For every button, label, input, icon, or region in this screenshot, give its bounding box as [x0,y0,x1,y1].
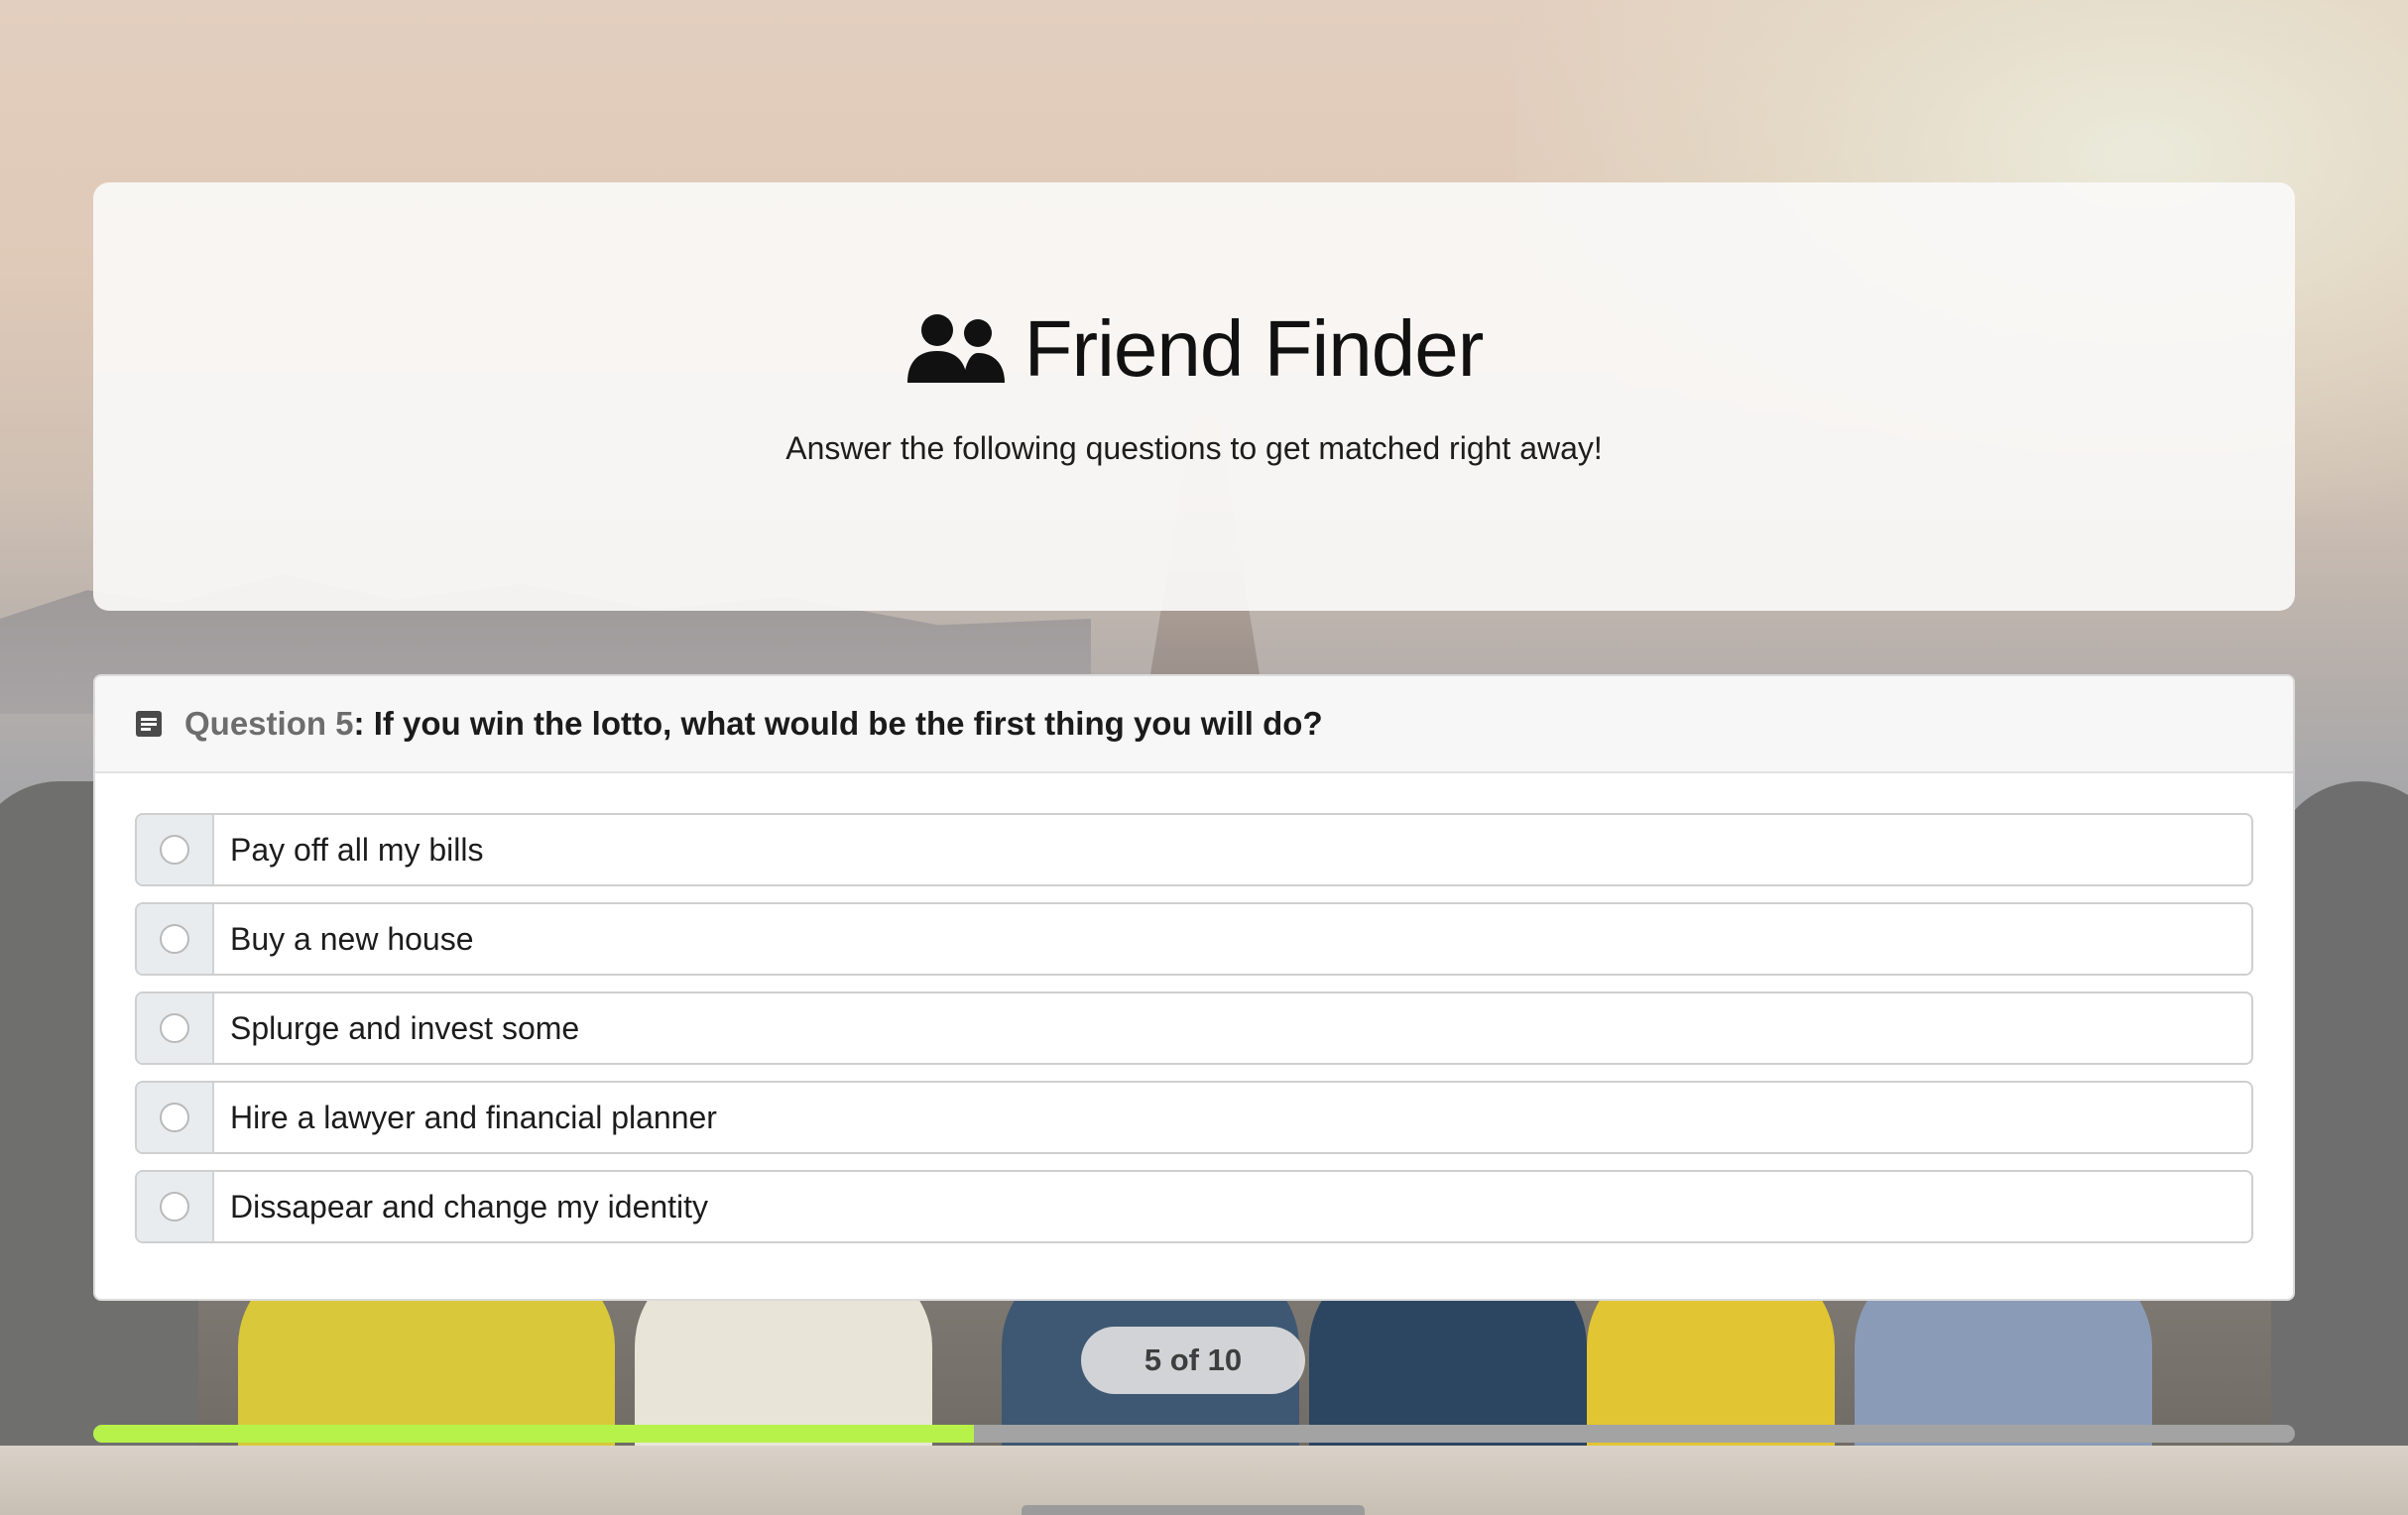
question-card: Question 5: If you win the lotto, what w… [93,674,2295,1301]
page-title: Friend Finder [1023,303,1485,393]
radio-button[interactable] [160,924,189,954]
answer-option[interactable]: Pay off all my bills [135,813,2253,886]
question-header: Question 5: If you win the lotto, what w… [95,676,2293,773]
radio-cell[interactable] [137,1172,214,1241]
answer-option[interactable]: Splurge and invest some [135,991,2253,1065]
users-icon [906,313,1005,383]
radio-button[interactable] [160,835,189,865]
question-text: : If you win the lotto, what would be th… [353,705,1323,742]
radio-cell[interactable] [137,815,214,884]
answer-option[interactable]: Dissapear and change my identity [135,1170,2253,1243]
answer-label: Buy a new house [230,920,474,957]
progress-bar [93,1425,2295,1443]
answer-option[interactable]: Hire a lawyer and financial planner [135,1081,2253,1154]
question-number: Question 5 [184,705,354,742]
answer-label: Splurge and invest some [230,1009,580,1046]
radio-button[interactable] [160,1103,189,1132]
radio-cell[interactable] [137,1083,214,1152]
answer-options: Pay off all my bills Buy a new house Spl… [95,773,2293,1243]
radio-button[interactable] [160,1192,189,1222]
answer-label: Hire a lawyer and financial planner [230,1099,717,1135]
answer-option[interactable]: Buy a new house [135,902,2253,976]
progress-bar-fill [93,1425,974,1443]
radio-cell[interactable] [137,993,214,1063]
answer-label: Dissapear and change my identity [230,1188,709,1224]
scroll-indicator [1022,1505,1365,1515]
header-card: Friend Finder Answer the following quest… [93,182,2295,611]
answer-label: Pay off all my bills [230,831,484,868]
form-icon [136,711,162,737]
progress-counter: 5 of 10 [1081,1327,1305,1394]
page-subtitle: Answer the following questions to get ma… [785,429,1603,466]
radio-button[interactable] [160,1013,189,1043]
radio-cell[interactable] [137,904,214,974]
title-row: Friend Finder [905,303,1484,395]
